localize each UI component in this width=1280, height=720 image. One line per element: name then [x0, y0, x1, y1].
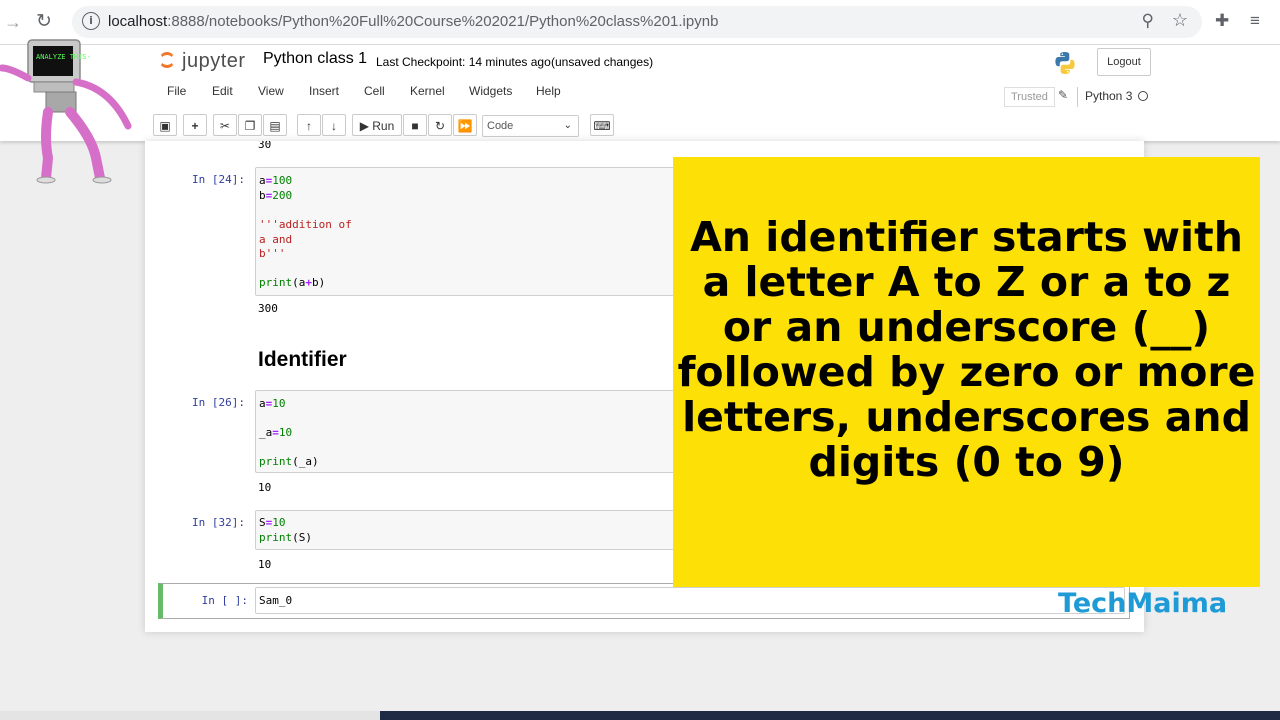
- cell-output: 300: [258, 302, 278, 315]
- code-line: a=10: [259, 397, 286, 410]
- code-line: Sam_0: [259, 594, 293, 607]
- brand-watermark: TechMaima: [1058, 588, 1228, 619]
- forward-icon[interactable]: →: [4, 12, 22, 33]
- info-overlay: An identifier starts with a letter A to …: [673, 157, 1260, 587]
- move-up-icon[interactable]: ↑: [297, 114, 321, 136]
- zoom-icon[interactable]: ⚲: [1142, 11, 1154, 31]
- media-icon[interactable]: ≡: [1250, 11, 1260, 31]
- checkpoint-status: Last Checkpoint: 14 minutes ago: [376, 55, 551, 69]
- menu-cell[interactable]: Cell: [364, 84, 385, 98]
- menu-view[interactable]: View: [258, 84, 284, 98]
- restart-icon[interactable]: ↻: [428, 114, 452, 136]
- mascot-screen-text: ANALYZE THIS-: [36, 53, 91, 61]
- code-line: b=200: [259, 189, 293, 202]
- menu-file[interactable]: File: [167, 84, 186, 98]
- command-palette-icon[interactable]: ⌨: [590, 114, 614, 136]
- kernel-name: Python 3: [1085, 89, 1133, 103]
- taskbar: [380, 711, 1280, 720]
- code-line: S=10: [259, 516, 286, 529]
- overlay-text: An identifier starts with a letter A to …: [677, 213, 1256, 486]
- code-line: b''': [259, 247, 286, 260]
- cell-output: 30: [258, 141, 272, 151]
- menu-edit[interactable]: Edit: [212, 84, 233, 98]
- move-down-icon[interactable]: ↓: [322, 114, 346, 136]
- reload-icon[interactable]: ↻: [36, 10, 52, 33]
- menu-bar: File Edit View Insert Cell Kernel Widget…: [153, 84, 1153, 106]
- notebook-toolbar: ▣ + ✂ ❐ ▤ ↑ ↓ ▶ Run ■ ↻ ⏩ Code ⌄ ⌨: [153, 114, 1153, 138]
- cell-output: 10: [258, 558, 272, 571]
- code-line: print(a+b): [259, 276, 326, 289]
- code-cell-input[interactable]: Sam_0: [255, 587, 1125, 614]
- jupyter-logo-icon: [159, 52, 175, 68]
- info-icon[interactable]: i: [82, 12, 100, 30]
- cell-type-select[interactable]: Code ⌄: [482, 115, 579, 137]
- mascot-character: ANALYZE THIS-: [0, 39, 132, 184]
- code-line: print(_a): [259, 455, 319, 468]
- copy-icon[interactable]: ❐: [238, 114, 262, 136]
- address-bar[interactable]: i localhost:8888/notebooks/Python%20Full…: [72, 6, 1202, 38]
- cell-type-value: Code: [487, 120, 514, 132]
- paste-icon[interactable]: ▤: [263, 114, 287, 136]
- input-prompt: In [26]:: [192, 396, 245, 409]
- url-path: :8888/notebooks/Python%20Full%20Course%2…: [167, 13, 719, 30]
- kernel-separator: [1077, 87, 1078, 107]
- jupyter-logo[interactable]: jupyter: [157, 49, 267, 75]
- jupyter-logo-text: jupyter: [182, 50, 246, 72]
- python-logo: [1055, 52, 1075, 74]
- input-prompt: In [24]:: [192, 173, 245, 186]
- menu-help[interactable]: Help: [536, 84, 561, 98]
- menu-widgets[interactable]: Widgets: [469, 84, 512, 98]
- markdown-heading[interactable]: Identifier: [258, 348, 347, 372]
- logout-button[interactable]: Logout: [1097, 48, 1151, 76]
- taskbar-left: [0, 711, 380, 720]
- code-line: _a=10: [259, 426, 293, 439]
- chevron-down-icon: ⌄: [563, 120, 572, 131]
- code-line: print(S): [259, 531, 312, 544]
- interrupt-icon[interactable]: ■: [403, 114, 427, 136]
- code-line: a=100: [259, 174, 293, 187]
- url-host: localhost: [108, 13, 168, 30]
- menu-insert[interactable]: Insert: [309, 84, 339, 98]
- trusted-indicator[interactable]: Trusted: [1004, 87, 1055, 107]
- star-icon[interactable]: ☆: [1172, 10, 1188, 31]
- kernel-idle-icon: [1138, 91, 1148, 101]
- add-cell-icon[interactable]: +: [183, 114, 207, 136]
- code-line: '''addition of: [259, 218, 352, 231]
- active-cell[interactable]: In [ ]: Sam_0: [158, 583, 1130, 619]
- cut-icon[interactable]: ✂: [213, 114, 237, 136]
- save-icon[interactable]: ▣: [153, 114, 177, 136]
- url-text[interactable]: localhost:8888/notebooks/Python%20Full%2…: [108, 13, 718, 30]
- pencil-icon[interactable]: ✎: [1058, 88, 1068, 102]
- run-label: Run: [372, 119, 395, 133]
- input-prompt: In [ ]:: [201, 594, 248, 607]
- restart-run-all-icon[interactable]: ⏩: [453, 114, 477, 136]
- autosave-status: (unsaved changes): [551, 55, 654, 69]
- input-prompt: In [32]:: [192, 516, 245, 529]
- menu-kernel[interactable]: Kernel: [410, 84, 445, 98]
- jupyter-header: jupyter Python class 1 Last Checkpoint: …: [0, 45, 1280, 141]
- cell-output: 10: [258, 481, 272, 494]
- run-button[interactable]: ▶ Run: [352, 114, 402, 136]
- browser-toolbar: → ↻ i localhost:8888/notebooks/Python%20…: [0, 0, 1280, 45]
- notebook-name[interactable]: Python class 1: [263, 50, 367, 68]
- extensions-icon[interactable]: ✚: [1215, 11, 1229, 31]
- code-line: a and: [259, 233, 293, 246]
